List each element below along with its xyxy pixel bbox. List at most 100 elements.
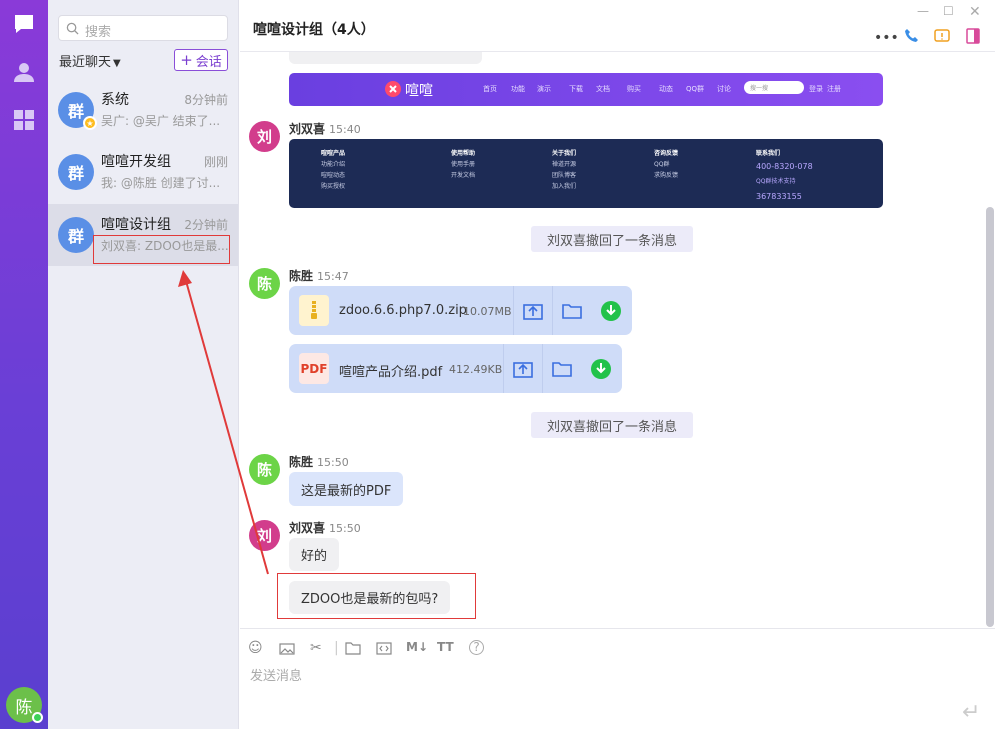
group-avatar-text: 群 [67, 164, 84, 183]
conversation-time: 刚刚 [203, 155, 228, 169]
open-folder-button[interactable] [552, 286, 591, 335]
image-icon[interactable] [279, 643, 295, 655]
conversation-name: 系统 [101, 92, 129, 108]
footer-col-item: QQ群 [654, 161, 670, 168]
message-scrollbar[interactable] [986, 207, 994, 627]
recall-notice-text: 刘双喜撤回了一条消息 [547, 233, 678, 249]
footer-col-item: 喧喧动态 [321, 172, 346, 179]
send-icon[interactable]: ↵ [962, 700, 980, 725]
open-file-icon [523, 303, 543, 320]
sender-name: 刘双喜 [289, 122, 326, 136]
message-text: 好的 [301, 549, 328, 564]
message-bubble[interactable]: 好的 [289, 538, 340, 571]
font-size-icon[interactable]: TT [437, 640, 454, 654]
footer-col-item: 求购反馈 [654, 172, 679, 179]
banner-nav-item: 演示 [537, 85, 551, 93]
banner-search-placeholder: 搜一搜 [750, 85, 769, 92]
markdown-icon[interactable]: M↓ [406, 640, 428, 654]
banner-nav-item: 动态 [659, 85, 673, 93]
footer-col-item: 禅道开源 [552, 161, 577, 168]
maximize-icon[interactable]: ☐ [943, 4, 954, 18]
message-bubble-partial [289, 52, 482, 64]
footer-col: 联系我们 400-8320-078 QQ群技术支持 367833155 [756, 148, 813, 204]
file-message[interactable]: zdoo.6.6.php7.0.zip 10.07MB [289, 286, 632, 335]
file-message[interactable]: PDF 喧喧产品介绍.pdf 412.49KB [289, 344, 622, 393]
emoji-icon[interactable]: ☺ [248, 640, 263, 656]
code-icon[interactable] [376, 642, 392, 655]
pdf-label: PDF [300, 361, 328, 376]
download-button[interactable] [581, 344, 620, 393]
footer-col-item: 购买授权 [321, 183, 346, 190]
banner-nav-item: 文档 [596, 85, 610, 93]
search-input[interactable]: 搜索 [58, 15, 228, 41]
sender-line: 刘双喜 15:40 [289, 120, 361, 137]
conversation-item[interactable]: 群 喧喧开发组 刚刚 我: @陈胜 创建了讨... [48, 141, 238, 203]
file-size: 10.07MB [463, 305, 512, 318]
conversation-list: 搜索 最近聊天 ▼ + 会话 群 ★ 系统 8分钟前 吴广: @吴广 结束了... … [48, 0, 239, 729]
footer-col-item: 团队博客 [552, 172, 577, 179]
new-chat-button[interactable]: + 会话 [174, 49, 228, 71]
logo-icon [385, 81, 401, 97]
group-avatar-text: 群 [67, 227, 84, 246]
annotation-box [277, 573, 476, 619]
chat-panel: 喧喧设计组（4人） — ☐ ✕ ••• 喧喧 首页 功能 演示 下载 文档 购买… [240, 0, 995, 729]
screenshot-scissors-icon[interactable]: ✂ [310, 640, 322, 656]
sender-avatar[interactable]: 刘 [249, 520, 280, 551]
screenshot-banner-image[interactable]: 喧喧 首页 功能 演示 下载 文档 购买 动态 QQ群 讨论 搜一搜 登录 注册 [289, 73, 883, 106]
chat-icon[interactable] [12, 12, 36, 36]
screenshot-footer-image[interactable]: 喧喧产品 功能介绍 喧喧动态 购买授权 使用帮助 使用手册 开发文档 关于我们 … [289, 139, 883, 208]
banner-nav-item: 下载 [569, 85, 583, 93]
footer-col-item: 开发文档 [451, 172, 476, 179]
banner-nav-item: 首页 [483, 85, 497, 93]
file-size: 412.49KB [449, 363, 503, 376]
search-icon [66, 22, 79, 35]
banner-nav-item: 讨论 [717, 85, 731, 93]
apps-grid-icon[interactable] [12, 108, 36, 132]
open-file-button[interactable] [513, 286, 552, 335]
open-file-button[interactable] [503, 344, 542, 393]
sender-line: 陈胜 15:50 [289, 453, 349, 470]
banner-nav-item: 功能 [511, 85, 525, 93]
message-input[interactable]: 发送消息 [250, 665, 302, 684]
download-button[interactable] [591, 286, 630, 335]
group-avatar-text: 群 [67, 102, 84, 121]
close-icon[interactable]: ✕ [969, 4, 981, 20]
sender-name: 陈胜 [289, 269, 314, 283]
open-folder-button[interactable] [542, 344, 581, 393]
footer-col-head: 联系我们 [756, 150, 781, 157]
sender-avatar[interactable]: 陈 [249, 454, 280, 485]
chat-title: 喧喧设计组（4人） [253, 22, 375, 38]
footer-col-item: 加入我们 [552, 183, 577, 190]
search-placeholder: 搜索 [85, 25, 112, 40]
folder-icon[interactable] [345, 642, 361, 655]
contacts-icon[interactable] [12, 60, 36, 84]
message-time: 15:50 [329, 522, 361, 535]
conversation-name: 喧喧设计组 [101, 217, 171, 233]
pdf-file-icon: PDF [299, 353, 329, 384]
conversation-item[interactable]: 群 ★ 系统 8分钟前 吴广: @吴广 结束了... [48, 79, 238, 141]
footer-col-item: 使用手册 [451, 161, 476, 168]
more-icon[interactable]: ••• [874, 30, 899, 46]
sender-avatar[interactable]: 刘 [249, 121, 280, 152]
group-avatar: 群 [58, 217, 94, 253]
recent-chats-dropdown[interactable]: 最近聊天 ▼ [59, 51, 121, 70]
sender-avatar-text: 陈 [256, 461, 272, 479]
sender-avatar-text: 刘 [256, 527, 272, 545]
chevron-down-icon: ▼ [113, 58, 121, 69]
phone-icon[interactable] [904, 28, 920, 44]
footer-col-head: 使用帮助 [451, 150, 476, 157]
banner-nav-item: QQ群 [686, 85, 705, 93]
footer-col: 喧喧产品 功能介绍 喧喧动态 购买授权 [321, 148, 345, 192]
help-icon[interactable]: ? [469, 640, 484, 655]
minimize-icon[interactable]: — [917, 4, 929, 18]
online-status-dot [32, 712, 43, 723]
footer-col: 咨询反馈 QQ群 求购反馈 [654, 148, 678, 181]
sidebar-toggle-icon[interactable] [965, 28, 981, 44]
sender-avatar-text: 陈 [256, 275, 272, 293]
message-bubble[interactable]: 这是最新的PDF [289, 472, 404, 506]
my-avatar[interactable]: 陈 [6, 687, 43, 723]
footer-col-item: 功能介绍 [321, 161, 346, 168]
reminder-icon[interactable] [934, 28, 950, 44]
message-list: 喧喧 首页 功能 演示 下载 文档 购买 动态 QQ群 讨论 搜一搜 登录 注册… [240, 52, 985, 628]
sender-avatar[interactable]: 陈 [249, 268, 280, 299]
